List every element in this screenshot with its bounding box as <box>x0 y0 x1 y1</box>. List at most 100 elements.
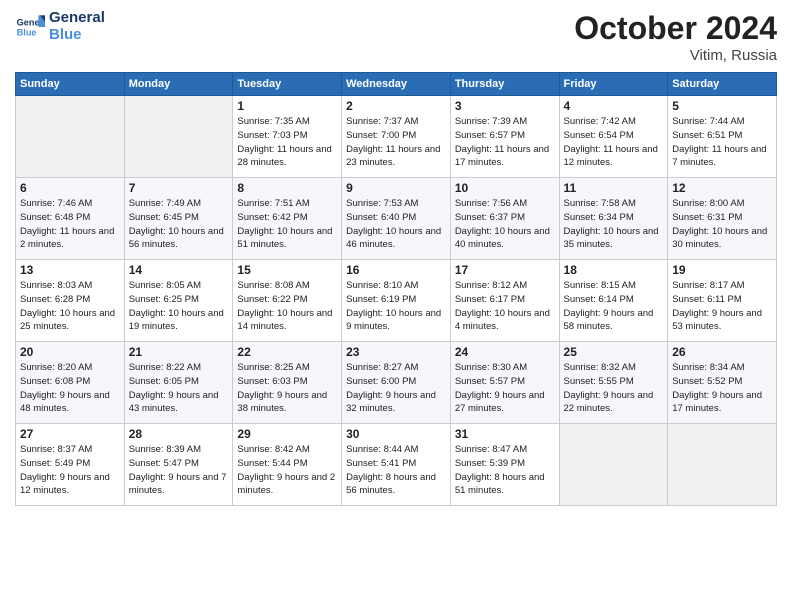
day-info: Sunrise: 7:42 AMSunset: 6:54 PMDaylight:… <box>564 115 664 170</box>
calendar-day: 2Sunrise: 7:37 AMSunset: 7:00 PMDaylight… <box>342 96 451 178</box>
calendar-day: 10Sunrise: 7:56 AMSunset: 6:37 PMDayligh… <box>450 178 559 260</box>
weekday-header-tuesday: Tuesday <box>233 73 342 96</box>
calendar-day: 13Sunrise: 8:03 AMSunset: 6:28 PMDayligh… <box>16 260 125 342</box>
day-info: Sunrise: 7:44 AMSunset: 6:51 PMDaylight:… <box>672 115 772 170</box>
calendar-day: 12 Sunrise: 8:00 AMSunset: 6:31 PMDayligh… <box>668 178 777 260</box>
calendar-day: 7 Sunrise: 7:49 AMSunset: 6:45 PMDaylight… <box>124 178 233 260</box>
calendar-day: 17 Sunrise: 8:12 AMSunset: 6:17 PMDayligh… <box>450 260 559 342</box>
day-number: 28 <box>129 427 229 441</box>
day-number: 25 <box>564 345 664 359</box>
day-info: Sunrise: 7:53 AMSunset: 6:40 PMDaylight:… <box>346 197 446 252</box>
day-info: Sunrise: 8:05 AMSunset: 6:25 PMDaylight:… <box>129 279 229 334</box>
weekday-header-friday: Friday <box>559 73 668 96</box>
calendar-day: 15 Sunrise: 8:08 AMSunset: 6:22 PMDayligh… <box>233 260 342 342</box>
day-number: 3 <box>455 99 555 113</box>
calendar-week-4: 20Sunrise: 8:20 AMSunset: 6:08 PMDayligh… <box>16 342 777 424</box>
calendar-day: 23 Sunrise: 8:27 AMSunset: 6:00 PMDayligh… <box>342 342 451 424</box>
calendar-day: 14 Sunrise: 8:05 AMSunset: 6:25 PMDayligh… <box>124 260 233 342</box>
calendar-week-5: 27 Sunrise: 8:37 AMSunset: 5:49 PMDayligh… <box>16 424 777 506</box>
day-info: Sunrise: 8:27 AMSunset: 6:00 PMDaylight:… <box>346 361 446 416</box>
day-number: 7 <box>129 181 229 195</box>
calendar-day: 29 Sunrise: 8:42 AMSunset: 5:44 PMDayligh… <box>233 424 342 506</box>
weekday-header-saturday: Saturday <box>668 73 777 96</box>
day-number: 21 <box>129 345 229 359</box>
day-number: 29 <box>237 427 337 441</box>
calendar-day: 3 Sunrise: 7:39 AMSunset: 6:57 PMDaylight… <box>450 96 559 178</box>
calendar-day: 1 Sunrise: 7:35 AMSunset: 7:03 PMDaylight… <box>233 96 342 178</box>
day-number: 24 <box>455 345 555 359</box>
page-header: General Blue General Blue October 2024 V… <box>15 10 777 64</box>
day-number: 17 <box>455 263 555 277</box>
calendar-table: SundayMondayTuesdayWednesdayThursdayFrid… <box>15 72 777 506</box>
day-info: Sunrise: 8:25 AMSunset: 6:03 PMDaylight:… <box>237 361 337 416</box>
day-number: 9 <box>346 181 446 195</box>
calendar-day: 8 Sunrise: 7:51 AMSunset: 6:42 PMDaylight… <box>233 178 342 260</box>
calendar-day: 6Sunrise: 7:46 AMSunset: 6:48 PMDaylight… <box>16 178 125 260</box>
calendar-day: 25Sunrise: 8:32 AMSunset: 5:55 PMDayligh… <box>559 342 668 424</box>
day-number: 30 <box>346 427 446 441</box>
day-number: 11 <box>564 181 664 195</box>
calendar-day: 31Sunrise: 8:47 AMSunset: 5:39 PMDayligh… <box>450 424 559 506</box>
calendar-week-3: 13Sunrise: 8:03 AMSunset: 6:28 PMDayligh… <box>16 260 777 342</box>
day-info: Sunrise: 8:30 AMSunset: 5:57 PMDaylight:… <box>455 361 555 416</box>
day-number: 19 <box>672 263 772 277</box>
logo-blue: Blue <box>49 27 105 44</box>
day-number: 23 <box>346 345 446 359</box>
day-info: Sunrise: 7:49 AMSunset: 6:45 PMDaylight:… <box>129 197 229 252</box>
day-info: Sunrise: 7:35 AMSunset: 7:03 PMDaylight:… <box>237 115 337 170</box>
title-block: October 2024 Vitim, Russia <box>574 10 777 64</box>
weekday-header-thursday: Thursday <box>450 73 559 96</box>
day-info: Sunrise: 8:39 AMSunset: 5:47 PMDaylight:… <box>129 443 229 498</box>
day-info: Sunrise: 8:12 AMSunset: 6:17 PMDaylight:… <box>455 279 555 334</box>
calendar-day: 9 Sunrise: 7:53 AMSunset: 6:40 PMDaylight… <box>342 178 451 260</box>
day-info: Sunrise: 7:39 AMSunset: 6:57 PMDaylight:… <box>455 115 555 170</box>
calendar-day: 27 Sunrise: 8:37 AMSunset: 5:49 PMDayligh… <box>16 424 125 506</box>
day-info: Sunrise: 7:58 AMSunset: 6:34 PMDaylight:… <box>564 197 664 252</box>
calendar-day: 4Sunrise: 7:42 AMSunset: 6:54 PMDaylight… <box>559 96 668 178</box>
day-number: 2 <box>346 99 446 113</box>
day-number: 13 <box>20 263 120 277</box>
day-number: 26 <box>672 345 772 359</box>
day-number: 27 <box>20 427 120 441</box>
day-number: 1 <box>237 99 337 113</box>
calendar-day <box>124 96 233 178</box>
calendar-day: 5Sunrise: 7:44 AMSunset: 6:51 PMDaylight… <box>668 96 777 178</box>
weekday-header-sunday: Sunday <box>16 73 125 96</box>
day-info: Sunrise: 7:51 AMSunset: 6:42 PMDaylight:… <box>237 197 337 252</box>
month-title: October 2024 <box>574 10 777 47</box>
day-info: Sunrise: 8:10 AMSunset: 6:19 PMDaylight:… <box>346 279 446 334</box>
day-info: Sunrise: 8:17 AMSunset: 6:11 PMDaylight:… <box>672 279 772 334</box>
weekday-header-monday: Monday <box>124 73 233 96</box>
day-number: 22 <box>237 345 337 359</box>
day-info: Sunrise: 8:44 AMSunset: 5:41 PMDaylight:… <box>346 443 446 498</box>
calendar-day <box>559 424 668 506</box>
calendar-day: 16 Sunrise: 8:10 AMSunset: 6:19 PMDayligh… <box>342 260 451 342</box>
day-info: Sunrise: 8:42 AMSunset: 5:44 PMDaylight:… <box>237 443 337 498</box>
calendar-day: 28 Sunrise: 8:39 AMSunset: 5:47 PMDayligh… <box>124 424 233 506</box>
calendar-day: 21Sunrise: 8:22 AMSunset: 6:05 PMDayligh… <box>124 342 233 424</box>
day-info: Sunrise: 8:47 AMSunset: 5:39 PMDaylight:… <box>455 443 555 498</box>
day-number: 15 <box>237 263 337 277</box>
day-number: 12 <box>672 181 772 195</box>
calendar-week-2: 6Sunrise: 7:46 AMSunset: 6:48 PMDaylight… <box>16 178 777 260</box>
day-info: Sunrise: 8:34 AMSunset: 5:52 PMDaylight:… <box>672 361 772 416</box>
calendar-day: 26 Sunrise: 8:34 AMSunset: 5:52 PMDayligh… <box>668 342 777 424</box>
calendar-week-1: 1 Sunrise: 7:35 AMSunset: 7:03 PMDaylight… <box>16 96 777 178</box>
day-info: Sunrise: 8:37 AMSunset: 5:49 PMDaylight:… <box>20 443 120 498</box>
logo-icon: General Blue <box>15 12 45 42</box>
weekday-header-wednesday: Wednesday <box>342 73 451 96</box>
calendar-day: 22 Sunrise: 8:25 AMSunset: 6:03 PMDayligh… <box>233 342 342 424</box>
calendar-day <box>16 96 125 178</box>
logo: General Blue General Blue <box>15 10 105 43</box>
calendar-day: 30 Sunrise: 8:44 AMSunset: 5:41 PMDayligh… <box>342 424 451 506</box>
day-info: Sunrise: 8:08 AMSunset: 6:22 PMDaylight:… <box>237 279 337 334</box>
day-number: 18 <box>564 263 664 277</box>
day-number: 10 <box>455 181 555 195</box>
calendar-day: 18Sunrise: 8:15 AMSunset: 6:14 PMDayligh… <box>559 260 668 342</box>
calendar-day: 19 Sunrise: 8:17 AMSunset: 6:11 PMDayligh… <box>668 260 777 342</box>
day-info: Sunrise: 8:00 AMSunset: 6:31 PMDaylight:… <box>672 197 772 252</box>
day-number: 8 <box>237 181 337 195</box>
day-number: 14 <box>129 263 229 277</box>
logo-general: General <box>49 10 105 27</box>
day-number: 16 <box>346 263 446 277</box>
